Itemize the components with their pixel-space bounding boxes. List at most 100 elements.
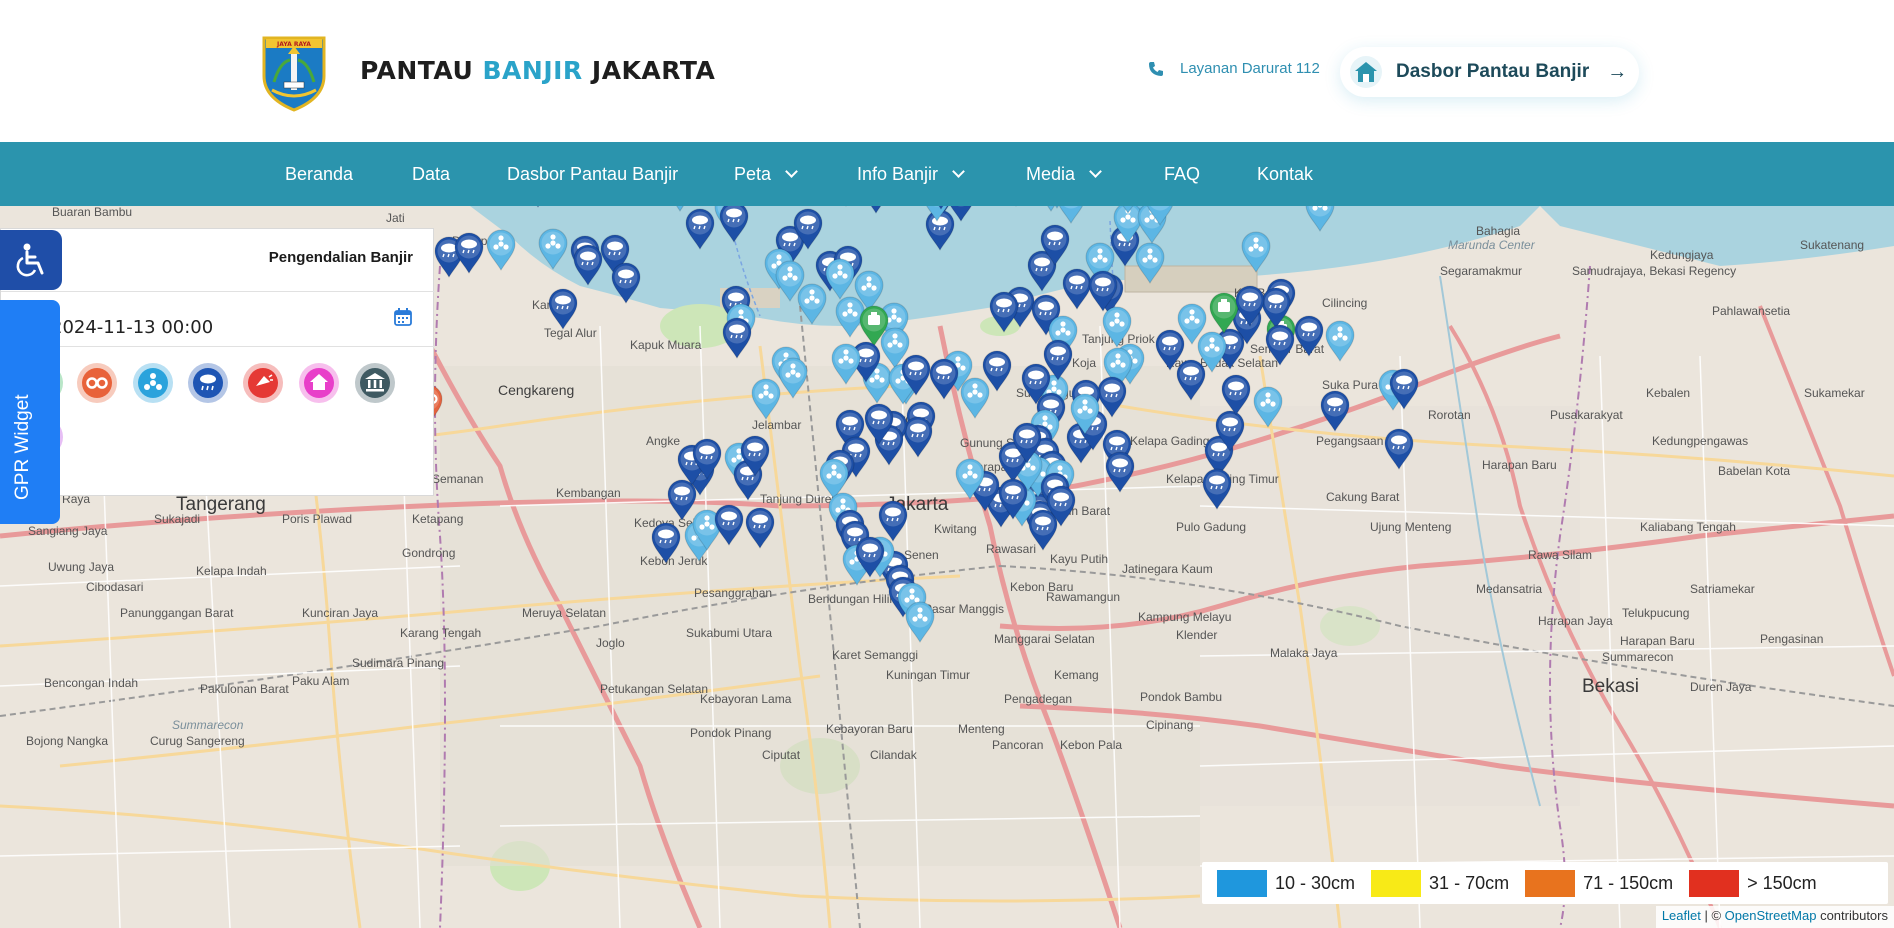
rainfall-marker[interactable]	[1219, 372, 1253, 416]
home-icon	[1350, 56, 1382, 88]
water-level-marker[interactable]	[1239, 229, 1273, 273]
water-level-marker[interactable]	[749, 376, 783, 420]
nav-item-label: Kontak	[1257, 163, 1314, 184]
water-level-marker[interactable]	[999, 206, 1033, 207]
rainfall-marker[interactable]	[996, 476, 1030, 520]
water-level-marker[interactable]	[903, 599, 937, 643]
water-level-marker[interactable]	[1068, 391, 1102, 435]
nav-item-beranda[interactable]: Beranda	[285, 142, 353, 206]
nav-item-media[interactable]: Media	[1026, 142, 1102, 206]
rainfall-marker[interactable]	[712, 502, 746, 546]
rainfall-marker[interactable]	[609, 260, 643, 304]
rainfall-marker[interactable]	[521, 206, 555, 208]
rainfall-marker[interactable]	[1038, 222, 1072, 266]
rainfall-marker[interactable]	[1233, 283, 1267, 327]
rainfall-marker[interactable]	[720, 315, 754, 359]
water-level-marker[interactable]	[1251, 384, 1285, 428]
rainfall-marker[interactable]	[1200, 466, 1234, 510]
nav-item-kontak[interactable]: Kontak	[1257, 142, 1313, 206]
flood-depth-legend: 10 - 30cm 31 - 70cm 71 - 150cm > 150cm	[1202, 862, 1888, 904]
water-level-marker[interactable]	[829, 206, 863, 207]
rainfall-marker[interactable]	[738, 433, 772, 477]
date-time-input[interactable]: 2024-11-13 00:00	[51, 317, 213, 338]
rainfall-layer-icon	[193, 368, 223, 398]
rainfall-marker[interactable]	[859, 206, 893, 214]
nav-item-label: Data	[412, 163, 451, 184]
nav-item-faq[interactable]: FAQ	[1164, 142, 1200, 206]
site-title-part3: JAKARTA	[582, 56, 716, 85]
dashboard-button[interactable]: Dasbor Pantau Banjir →	[1340, 47, 1639, 97]
cctv-layer-toggle[interactable]	[77, 363, 117, 403]
rainfall-marker[interactable]	[944, 206, 978, 222]
water-level-marker[interactable]	[958, 375, 992, 419]
nav-item-dasbor[interactable]: Dasbor Pantau Banjir	[507, 142, 678, 206]
rainfall-marker[interactable]	[649, 520, 683, 564]
rainfall-marker[interactable]	[1010, 420, 1044, 464]
rainfall-marker[interactable]	[791, 206, 825, 250]
jakarta-crest-logo[interactable]: JAYA RAYA	[260, 32, 328, 112]
rainfall-layer-toggle[interactable]	[188, 363, 228, 403]
rainfall-marker[interactable]	[987, 289, 1021, 333]
rainfall-marker[interactable]	[1103, 449, 1137, 493]
rainfall-marker[interactable]	[899, 352, 933, 396]
rainfall-marker[interactable]	[546, 286, 580, 330]
government-building-layer-toggle[interactable]	[355, 363, 395, 403]
rainfall-marker[interactable]	[1292, 313, 1326, 357]
water-level-marker[interactable]	[1133, 240, 1167, 284]
nav-item-label: Info Banjir	[857, 163, 939, 184]
site-title[interactable]: PANTAU BANJIR JAKARTA	[360, 56, 715, 85]
calendar-icon[interactable]	[393, 307, 413, 327]
rainfall-marker[interactable]	[1387, 366, 1421, 410]
rainfall-marker[interactable]	[683, 206, 717, 250]
site-title-part1: PANTAU	[360, 56, 483, 85]
legend-item: 10 - 30cm	[1217, 869, 1356, 897]
gpr-widget-tab[interactable]: GPR Widget	[0, 300, 60, 524]
rainfall-marker[interactable]	[743, 505, 777, 549]
legend-label: 10 - 30cm	[1275, 872, 1356, 893]
flood-control-panel: Pengendalian Banjir 2024-11-13 00:00	[0, 228, 435, 496]
rainfall-marker[interactable]	[1041, 337, 1075, 381]
water-level-marker[interactable]	[829, 341, 863, 385]
rainfall-marker[interactable]	[1263, 322, 1297, 366]
legend-item: 71 - 150cm	[1525, 869, 1673, 897]
osm-link[interactable]: OpenStreetMap	[1725, 908, 1817, 923]
alarm-layer-toggle[interactable]	[243, 363, 283, 403]
main-navigation: Beranda Data Dasbor Pantau Banjir Peta I…	[0, 142, 1894, 206]
legend-swatch	[1371, 869, 1422, 897]
water-level-marker[interactable]	[1111, 206, 1145, 214]
water-level-marker[interactable]	[1323, 318, 1357, 362]
phone-icon	[1149, 61, 1163, 76]
leaflet-link[interactable]: Leaflet	[1662, 908, 1701, 923]
rainfall-marker[interactable]	[1044, 483, 1078, 527]
rainfall-marker[interactable]	[1086, 268, 1120, 312]
water-level-marker[interactable]	[1175, 301, 1209, 345]
rainfall-marker[interactable]	[452, 230, 486, 274]
nav-item-peta[interactable]: Peta	[734, 142, 798, 206]
emergency-hotline[interactable]: Layanan Darurat 112	[1148, 60, 1320, 77]
water-level-marker[interactable]	[1143, 206, 1177, 226]
nav-item-info-banjir[interactable]: Info Banjir	[857, 142, 965, 206]
water-level-marker[interactable]	[1303, 206, 1337, 232]
panel-divider	[1, 346, 435, 347]
cctv-layer-icon	[82, 368, 112, 398]
water-level-marker[interactable]	[536, 226, 570, 270]
attribution-contributors: contributors	[1816, 908, 1888, 923]
rainfall-marker[interactable]	[690, 436, 724, 480]
water-level-layer-toggle[interactable]	[133, 363, 173, 403]
water-level-marker[interactable]	[953, 456, 987, 500]
nav-item-label: Media	[1026, 163, 1076, 184]
wheelchair-icon	[16, 243, 44, 277]
nav-item-data[interactable]: Data	[412, 142, 450, 206]
water-level-marker[interactable]	[484, 227, 518, 271]
legend-swatch	[1689, 869, 1740, 897]
accessibility-button[interactable]	[0, 230, 62, 290]
panel-title: Pengendalian Banjir	[268, 249, 413, 266]
rainfall-marker[interactable]	[1318, 388, 1352, 432]
water-level-marker[interactable]	[795, 281, 829, 325]
rainfall-marker[interactable]	[717, 206, 751, 243]
nav-item-label: Dasbor Pantau Banjir	[507, 163, 679, 184]
rainfall-marker[interactable]	[853, 534, 887, 578]
shelter-layer-toggle[interactable]	[299, 363, 339, 403]
gpr-widget-label: GPR Widget	[12, 394, 33, 500]
rainfall-marker[interactable]	[1382, 426, 1416, 470]
